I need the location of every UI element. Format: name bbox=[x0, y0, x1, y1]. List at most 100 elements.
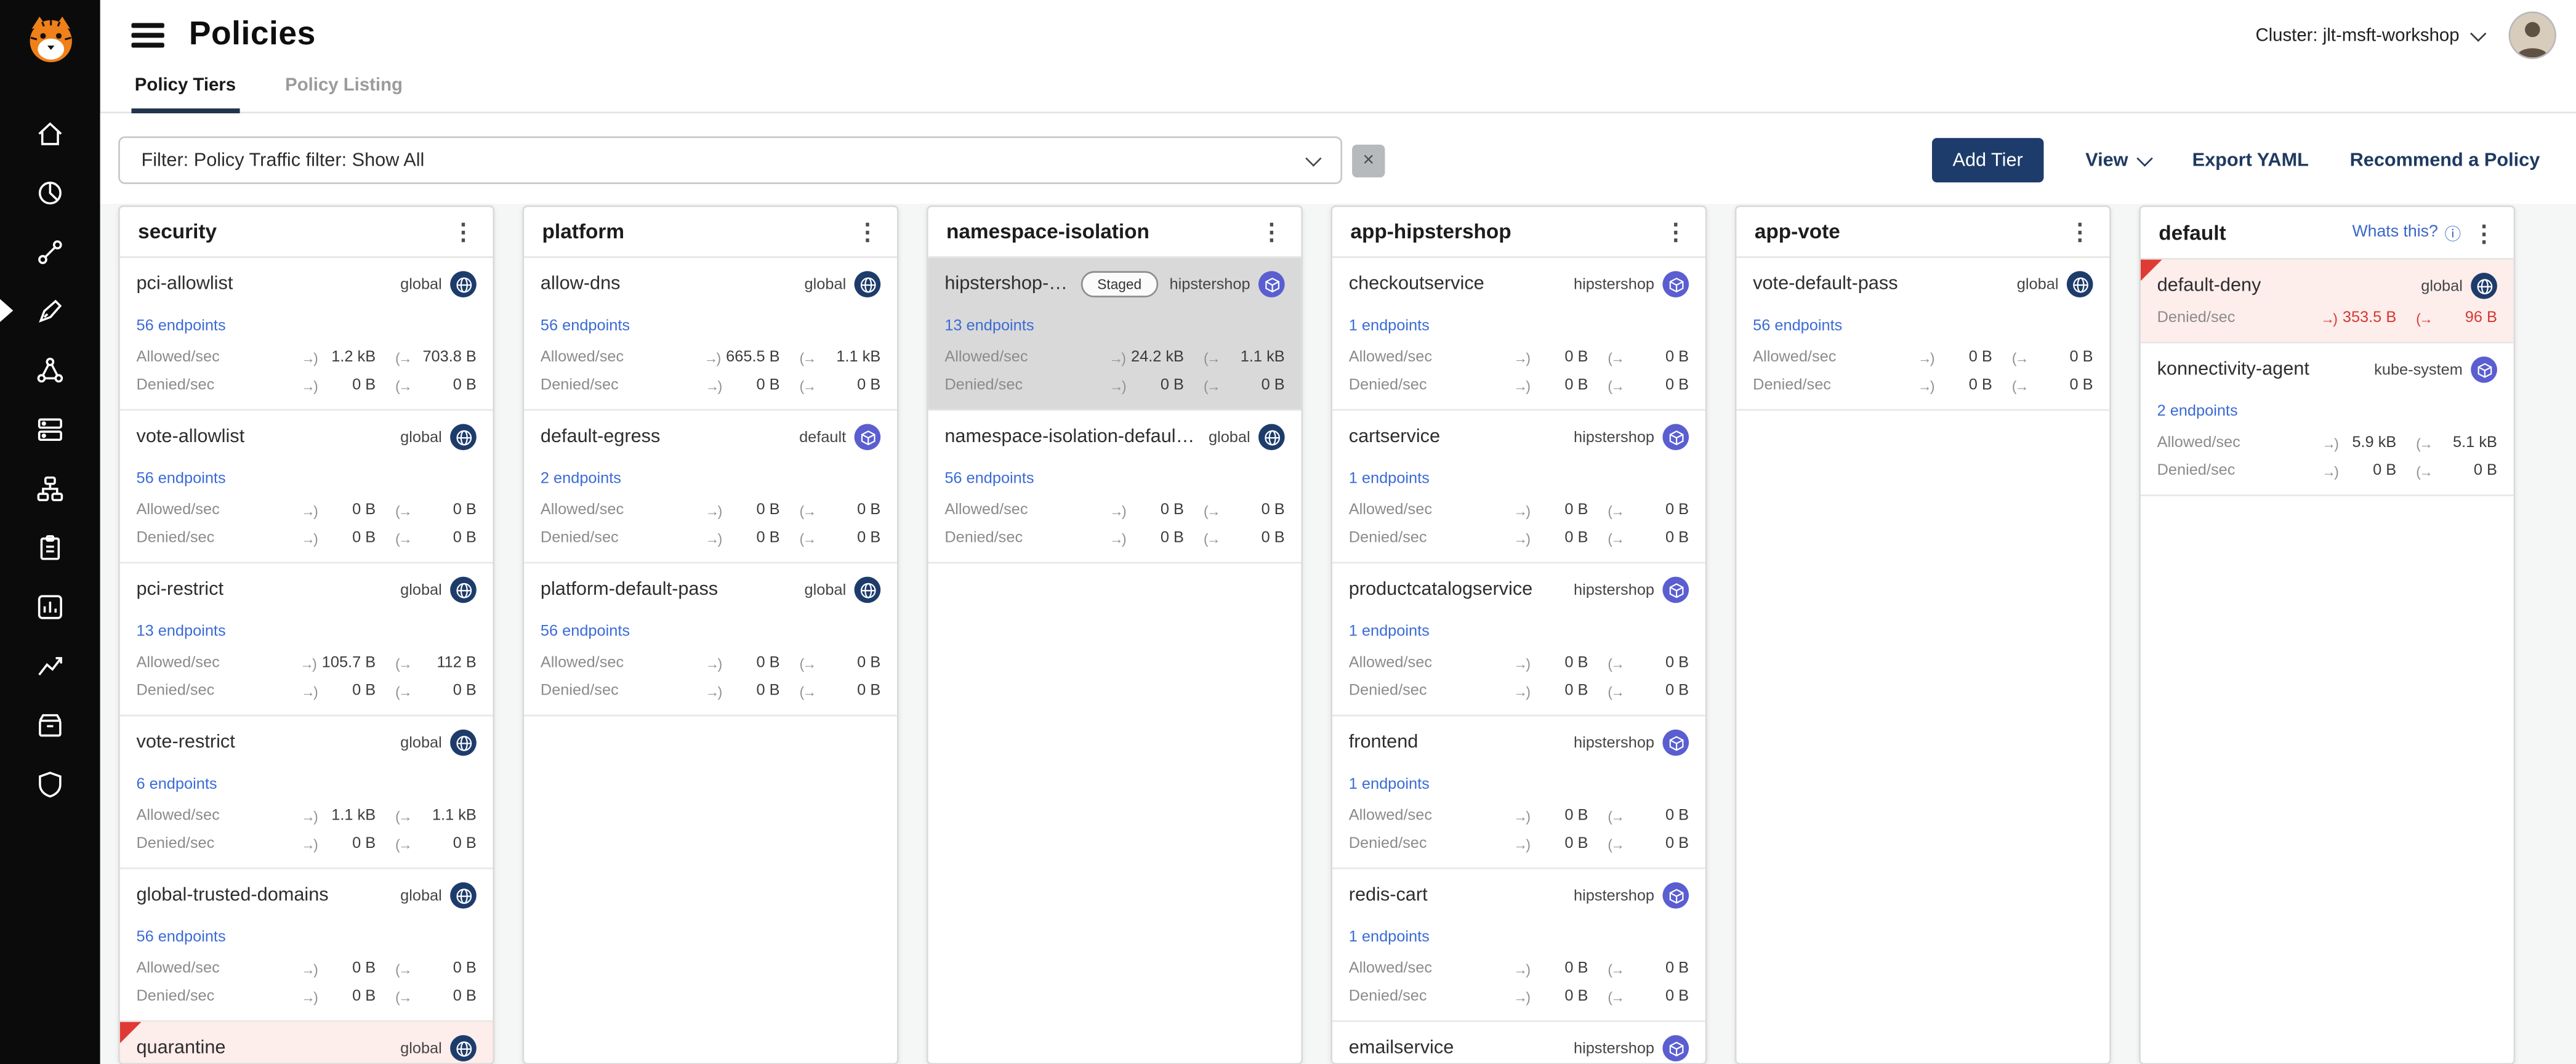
endpoints-link[interactable]: 2 endpoints bbox=[2157, 403, 2238, 421]
metric-out-value: 0 B bbox=[1630, 807, 1689, 824]
traffic-filter-select[interactable]: Filter: Policy Traffic filter: Show All bbox=[118, 136, 1342, 183]
allowed-row: Allowed/sec →) 0 B (→ 0 B bbox=[1349, 349, 1689, 366]
namespace-icon bbox=[1667, 275, 1684, 293]
allowed-row: Allowed/sec →) 0 B (→ 0 B bbox=[541, 654, 880, 672]
policy-card[interactable]: pci-restrict global 13 endpoints Allowed… bbox=[120, 563, 493, 716]
metric-out-value: 0 B bbox=[821, 654, 880, 672]
policy-card[interactable]: default-egress default 2 endpoints Allow… bbox=[524, 411, 897, 563]
policy-card[interactable]: emailservice hipstershop 1 endpoints All… bbox=[1332, 1022, 1705, 1064]
metric-out-value: 0 B bbox=[417, 959, 477, 977]
endpoints-link[interactable]: 56 endpoints bbox=[944, 470, 1034, 488]
endpoints-link[interactable]: 56 endpoints bbox=[1753, 317, 1842, 335]
tier-menu-button[interactable]: ⋮ bbox=[440, 220, 486, 243]
sidebar-item-hierarchy[interactable] bbox=[0, 458, 100, 517]
clear-filter-button[interactable]: × bbox=[1352, 143, 1385, 176]
policy-card[interactable]: redis-cart hipstershop 1 endpoints Allow… bbox=[1332, 869, 1705, 1022]
endpoints-link[interactable]: 13 endpoints bbox=[136, 623, 225, 640]
tier-policy-list: vote-default-pass global 56 endpoints Al… bbox=[1736, 258, 2109, 411]
egress-icon: (→ bbox=[1608, 683, 1623, 699]
sidebar-item-service-graph[interactable] bbox=[0, 222, 100, 281]
add-tier-button[interactable]: Add Tier bbox=[1931, 138, 2045, 182]
scope-icon bbox=[2471, 357, 2497, 383]
endpoints-link[interactable]: 56 endpoints bbox=[136, 929, 225, 946]
scope-icon bbox=[2067, 271, 2093, 297]
tier-menu-button[interactable]: ⋮ bbox=[2461, 221, 2507, 244]
tier-menu-button[interactable]: ⋮ bbox=[2057, 220, 2103, 243]
endpoints-link[interactable]: 1 endpoints bbox=[1349, 929, 1430, 946]
sidebar-item-dashboard[interactable] bbox=[0, 163, 100, 222]
policy-card[interactable]: vote-allowlist global 56 endpoints Allow… bbox=[120, 411, 493, 563]
endpoints-link[interactable]: 56 endpoints bbox=[541, 317, 630, 335]
tier-menu-button[interactable]: ⋮ bbox=[1652, 220, 1699, 243]
policy-card[interactable]: konnectivity-agent kube-system 2 endpoin… bbox=[2141, 344, 2514, 496]
policy-card[interactable]: allow-dns global 56 endpoints Allowed/se… bbox=[524, 258, 897, 411]
sidebar-item-threat-defense[interactable] bbox=[0, 754, 100, 813]
policy-card[interactable]: default-deny global Denied/sec →) bbox=[2141, 260, 2514, 344]
metric-label: Denied/sec bbox=[1349, 988, 1514, 1006]
endpoints-link[interactable]: 1 endpoints bbox=[1349, 623, 1430, 640]
endpoints-link[interactable]: 56 endpoints bbox=[136, 317, 225, 335]
policy-name: konnectivity-agent bbox=[2157, 360, 2309, 379]
policy-card[interactable]: vote-default-pass global 56 endpoints Al… bbox=[1736, 258, 2109, 411]
sidebar-item-activity[interactable] bbox=[0, 636, 100, 695]
export-yaml-button[interactable]: Export YAML bbox=[2192, 150, 2309, 170]
ingress-icon: →) bbox=[1109, 377, 1125, 393]
user-avatar[interactable] bbox=[2509, 12, 2556, 59]
policy-card[interactable]: checkoutservice hipstershop 1 endpoints … bbox=[1332, 258, 1705, 411]
home-icon bbox=[34, 118, 66, 149]
policy-card-header: vote-restrict global bbox=[136, 730, 476, 756]
endpoints-link[interactable]: 1 endpoints bbox=[1349, 470, 1430, 488]
egress-icon: (→ bbox=[1608, 988, 1623, 1005]
sidebar-item-compliance[interactable] bbox=[0, 518, 100, 577]
ingress-icon: →) bbox=[301, 377, 316, 393]
service-graph-icon bbox=[34, 236, 66, 267]
tab-policy-tiers[interactable]: Policy Tiers bbox=[131, 61, 239, 113]
endpoints-link[interactable]: 2 endpoints bbox=[541, 470, 621, 488]
sidebar-item-reports[interactable] bbox=[0, 577, 100, 636]
sidebar-nav bbox=[0, 103, 100, 813]
policy-card[interactable]: global-trusted-domains global 56 endpoin… bbox=[120, 869, 493, 1022]
ingress-icon: →) bbox=[301, 961, 316, 977]
tier-name: security bbox=[138, 220, 440, 243]
egress-icon: (→ bbox=[800, 530, 815, 547]
endpoints-link[interactable]: 13 endpoints bbox=[944, 317, 1034, 335]
endpoints-link[interactable]: 1 endpoints bbox=[1349, 775, 1430, 793]
tier-menu-button[interactable]: ⋮ bbox=[1249, 220, 1295, 243]
endpoints-link[interactable]: 1 endpoints bbox=[1349, 317, 1430, 335]
denied-row: Denied/sec →) 0 B (→ 0 B bbox=[1349, 988, 1689, 1006]
globe-icon bbox=[454, 428, 472, 446]
policy-card[interactable]: namespace-isolation-default-p... global … bbox=[928, 411, 1302, 563]
metric-in-value: 0 B bbox=[1939, 349, 1992, 366]
policy-name: allow-dns bbox=[541, 275, 621, 294]
sidebar-item-home[interactable] bbox=[0, 103, 100, 163]
egress-icon: (→ bbox=[1608, 349, 1623, 366]
main-content: Policies Cluster: jlt-msft-workshop Poli… bbox=[100, 0, 2576, 1064]
allowed-row: Allowed/sec →) 1.2 kB (→ 703.8 B bbox=[136, 349, 476, 366]
endpoints-row: 13 endpoints bbox=[136, 615, 476, 644]
policy-card[interactable]: platform-default-pass global 56 endpoint… bbox=[524, 563, 897, 716]
metric-label: Allowed/sec bbox=[1349, 807, 1514, 824]
policy-card[interactable]: productcatalogservice hipstershop 1 endp… bbox=[1332, 563, 1705, 716]
endpoints-link[interactable]: 6 endpoints bbox=[136, 775, 217, 793]
sidebar-item-inventory[interactable] bbox=[0, 695, 100, 754]
recommend-policy-button[interactable]: Recommend a Policy bbox=[2350, 150, 2540, 170]
endpoints-link[interactable]: 56 endpoints bbox=[541, 623, 630, 640]
policy-card[interactable]: pci-allowlist global 56 endpoints Allowe… bbox=[120, 258, 493, 411]
policy-card[interactable]: vote-restrict global 6 endpoints Allowed… bbox=[120, 716, 493, 869]
menu-button[interactable] bbox=[131, 23, 164, 47]
cluster-selector[interactable]: Cluster: jlt-msft-workshop bbox=[2255, 25, 2484, 45]
policy-card-header: platform-default-pass global bbox=[541, 577, 880, 603]
sidebar-item-policies[interactable] bbox=[0, 281, 100, 340]
tab-policy-listing[interactable]: Policy Listing bbox=[282, 61, 406, 113]
policy-card[interactable]: quarantine global 0 endpoints bbox=[120, 1022, 493, 1064]
view-button[interactable]: View bbox=[2085, 150, 2151, 170]
endpoints-link[interactable]: 56 endpoints bbox=[136, 470, 225, 488]
sidebar-item-endpoints[interactable] bbox=[0, 399, 100, 458]
metric-in-value: 0 B bbox=[323, 682, 376, 699]
policy-card[interactable]: frontend hipstershop 1 endpoints Allowed… bbox=[1332, 716, 1705, 869]
policy-card[interactable]: hipstershop-gh... Staged hipstershop 13 … bbox=[928, 258, 1302, 411]
policy-card[interactable]: cartservice hipstershop 1 endpoints Allo… bbox=[1332, 411, 1705, 563]
tier-menu-button[interactable]: ⋮ bbox=[845, 220, 891, 243]
tier-help-link[interactable]: Whats this? ⓘ bbox=[2352, 220, 2461, 245]
sidebar-item-network[interactable] bbox=[0, 340, 100, 399]
